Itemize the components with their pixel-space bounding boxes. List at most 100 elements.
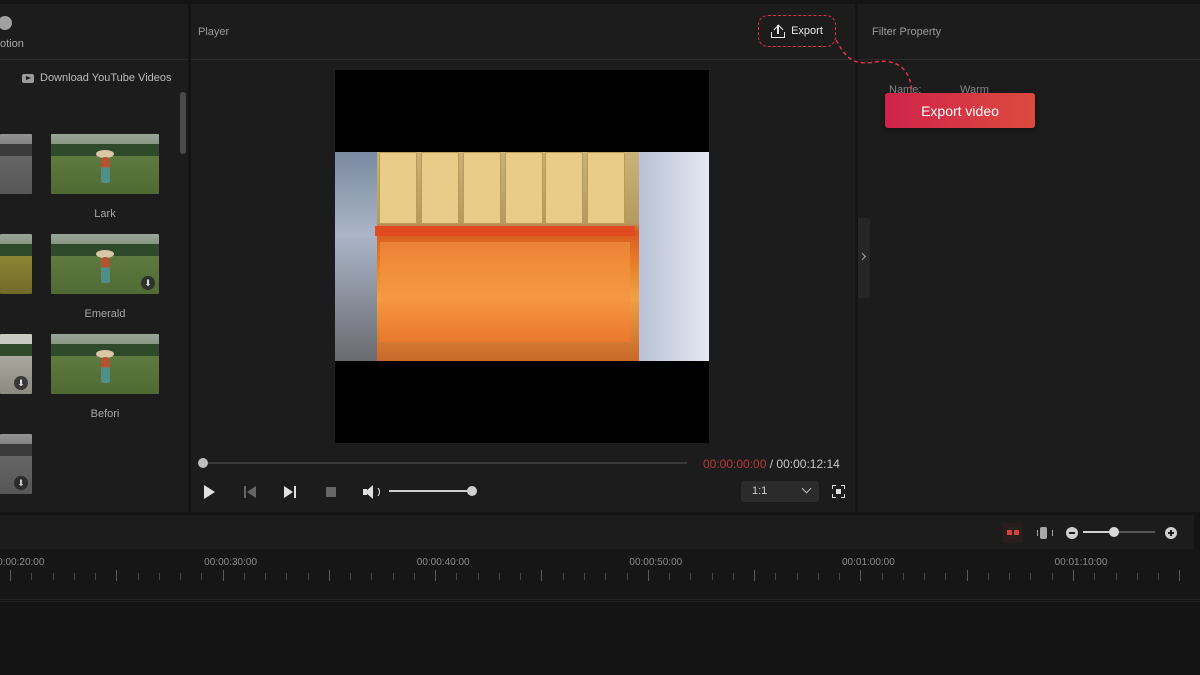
player-title: Player bbox=[198, 26, 230, 38]
export-button[interactable]: Export bbox=[758, 15, 836, 47]
motion-icon[interactable] bbox=[0, 16, 12, 30]
download-icon[interactable]: ⬇ bbox=[14, 376, 28, 390]
ruler-tick bbox=[180, 573, 181, 580]
ruler-tick bbox=[308, 573, 309, 580]
filter-label: Lark bbox=[94, 208, 116, 220]
ruler-tick bbox=[733, 573, 734, 580]
ruler-tick bbox=[393, 573, 394, 580]
zoom-out-icon[interactable] bbox=[1066, 527, 1078, 539]
ruler-time-label: 00:01:00:00 bbox=[841, 557, 895, 568]
ruler-tick bbox=[520, 573, 521, 580]
ruler-tick bbox=[1137, 573, 1138, 580]
previous-frame-icon[interactable] bbox=[243, 484, 259, 500]
ruler-tick bbox=[286, 573, 287, 580]
total-time: 00:00:12:14 bbox=[776, 457, 840, 471]
ruler-tick bbox=[1158, 573, 1159, 580]
ruler-tick bbox=[1094, 573, 1095, 580]
volume-slider-knob[interactable] bbox=[467, 486, 477, 496]
ruler-tick bbox=[329, 570, 330, 581]
filter-thumbnail[interactable]: ⬇ bbox=[0, 334, 32, 394]
snap-icon[interactable] bbox=[1034, 523, 1054, 543]
chevron-down-icon bbox=[801, 483, 812, 494]
download-youtube-link[interactable]: Download YouTube Videos bbox=[22, 72, 172, 84]
next-frame-icon[interactable] bbox=[283, 484, 299, 500]
ruler-tick bbox=[223, 570, 224, 581]
video-preview[interactable] bbox=[335, 70, 709, 443]
ruler-tick bbox=[95, 573, 96, 580]
filter-property-title: Filter Property bbox=[872, 26, 942, 38]
ruler-tick bbox=[903, 573, 904, 580]
filter-property-header: Filter Property bbox=[858, 4, 1200, 60]
filter-thumbnail[interactable]: ⬇ bbox=[0, 434, 32, 494]
export-video-tooltip: Export video bbox=[885, 93, 1035, 128]
ruler-time-label: 00:00:40:00 bbox=[416, 557, 470, 568]
ruler-tick bbox=[1179, 570, 1180, 581]
filter-library-panel: otion Download YouTube Videos Lark ⬇ Emera… bbox=[0, 4, 188, 512]
download-icon[interactable]: ⬇ bbox=[141, 276, 155, 290]
ruler-tick bbox=[53, 573, 54, 580]
ruler-tick bbox=[1073, 570, 1074, 581]
fullscreen-icon[interactable] bbox=[832, 485, 845, 498]
timeline-tracks[interactable] bbox=[0, 601, 1200, 675]
aspect-ratio-value: 1:1 bbox=[752, 485, 768, 497]
ruler-tick bbox=[456, 573, 457, 580]
zoom-slider-knob[interactable] bbox=[1109, 527, 1119, 537]
ruler-tick bbox=[116, 570, 117, 581]
play-icon[interactable] bbox=[202, 484, 218, 500]
tooltip-text: Export video bbox=[921, 102, 999, 119]
volume-slider-track[interactable] bbox=[389, 490, 472, 492]
filter-label: le bbox=[0, 408, 10, 420]
zoom-in-icon[interactable] bbox=[1165, 527, 1177, 539]
playback-progress-knob[interactable] bbox=[198, 458, 208, 468]
ruler-time-label: 00:00:20:00 bbox=[0, 557, 45, 568]
playback-progress-track[interactable] bbox=[203, 462, 687, 464]
ruler-tick bbox=[478, 573, 479, 580]
ruler-tick bbox=[435, 570, 436, 581]
ruler-tick bbox=[818, 573, 819, 580]
ruler-tick bbox=[988, 573, 989, 580]
ruler-tick bbox=[1052, 573, 1053, 580]
time-display: 00:00:00:00 / 00:00:12:14 bbox=[703, 457, 840, 471]
ruler-tick bbox=[860, 570, 861, 581]
export-button-label: Export bbox=[791, 25, 823, 37]
ruler-tick bbox=[265, 573, 266, 580]
video-frame bbox=[335, 152, 709, 361]
motion-tab-label[interactable]: otion bbox=[0, 38, 24, 50]
ruler-tick bbox=[797, 573, 798, 580]
ruler-tick bbox=[648, 570, 649, 581]
filter-thumbnail[interactable] bbox=[0, 234, 32, 294]
ruler-tick bbox=[669, 573, 670, 580]
ruler-tick bbox=[159, 573, 160, 580]
ruler-tick bbox=[754, 570, 755, 581]
ruler-tick bbox=[775, 573, 776, 580]
stop-icon[interactable] bbox=[323, 484, 339, 500]
download-icon[interactable]: ⬇ bbox=[14, 476, 28, 490]
filter-label: Befori bbox=[90, 408, 120, 420]
ruler-tick bbox=[201, 573, 202, 580]
filter-thumbnail[interactable] bbox=[51, 334, 159, 394]
aspect-ratio-select[interactable]: 1:1 bbox=[741, 481, 819, 502]
ruler-tick bbox=[584, 573, 585, 580]
ruler-tick bbox=[690, 573, 691, 580]
chevron-right-icon bbox=[858, 252, 867, 261]
ruler-time-label: 00:01:10:00 bbox=[1054, 557, 1108, 568]
ruler-tick bbox=[882, 573, 883, 580]
split-icon[interactable] bbox=[1003, 523, 1023, 543]
ruler-tick bbox=[627, 573, 628, 580]
filter-thumbnail[interactable]: ⬇ bbox=[51, 234, 159, 294]
ruler-tick bbox=[414, 573, 415, 580]
filter-list-scrollbar[interactable] bbox=[180, 92, 186, 154]
ruler-time-label: 00:00:50:00 bbox=[629, 557, 683, 568]
ruler-time-label: 00:00:30:00 bbox=[204, 557, 258, 568]
ruler-tick bbox=[1116, 573, 1117, 580]
ruler-tick bbox=[1030, 573, 1031, 580]
ruler-tick bbox=[244, 573, 245, 580]
filter-thumbnail[interactable] bbox=[51, 134, 159, 194]
ruler-tick bbox=[138, 573, 139, 580]
filter-thumbnail[interactable] bbox=[0, 134, 32, 194]
ruler-tick bbox=[350, 573, 351, 580]
ruler-tick bbox=[10, 570, 11, 581]
ruler-tick bbox=[541, 570, 542, 581]
panel-collapse-handle[interactable] bbox=[858, 218, 870, 298]
timeline-ruler[interactable]: 00:00:20:00 00:00:30:00 00:00:40:00 00:00:5… bbox=[0, 550, 1200, 600]
